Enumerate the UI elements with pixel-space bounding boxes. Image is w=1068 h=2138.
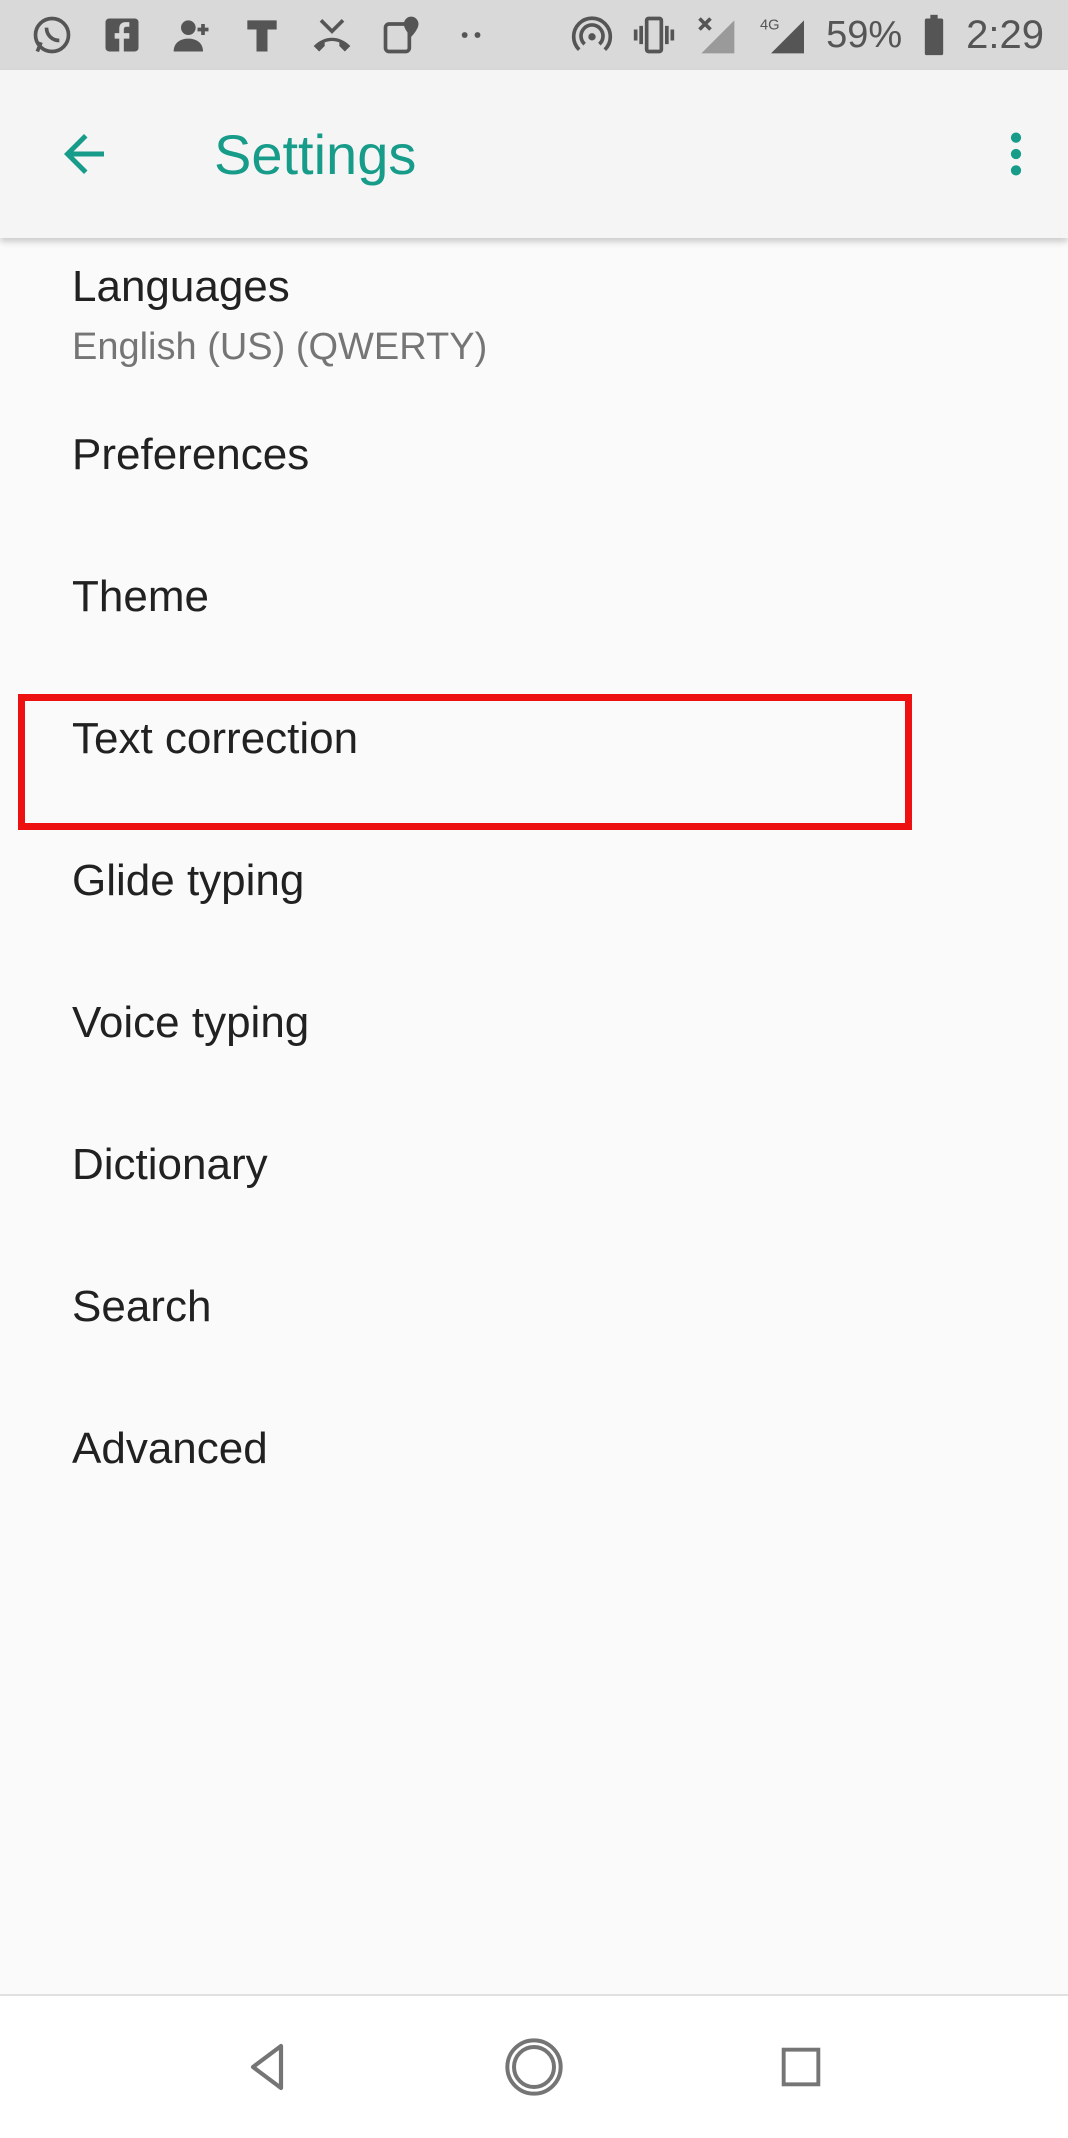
t-app-icon [240,13,284,57]
settings-item-label: Theme [72,572,209,621]
settings-item-label: Glide typing [72,856,305,905]
arrow-back-icon [64,134,104,174]
hotspot-icon [570,13,614,57]
settings-item-label: Search [72,1282,212,1331]
vibrate-icon [632,13,676,57]
settings-item-label: Voice typing [72,998,310,1047]
whatsapp-icon [30,13,74,57]
status-bar: 4G 59% 2:29 [0,0,1068,70]
nav-recents-button[interactable] [766,2032,836,2102]
settings-item-label: Dictionary [72,1140,268,1189]
facebook-icon [100,13,144,57]
add-contact-icon [170,13,214,57]
navigation-bar [0,1994,1068,2138]
square-recents-icon [781,2047,821,2087]
maps-icon [380,13,424,57]
nav-back-button[interactable] [232,2032,302,2102]
settings-item-dictionary[interactable]: Dictionary [0,1098,1068,1240]
settings-item-label: Languages [72,262,290,311]
settings-item-glide-typing[interactable]: Glide typing [0,814,1068,956]
page-title: Settings [214,123,417,186]
network-type-label: 4G [760,18,780,34]
missed-call-icon [310,13,354,57]
settings-item-sublabel: English (US) (QWERTY) [72,326,488,368]
triangle-back-icon [250,2043,284,2091]
circle-home-icon [505,2038,563,2096]
more-dots-icon [450,13,494,57]
battery-percent: 59% [826,13,903,56]
clock: 2:29 [966,12,1044,57]
settings-item-theme[interactable]: Theme [0,530,1068,672]
app-bar: Settings [0,70,1068,238]
signal-icon: 4G [756,13,808,57]
settings-item-preferences[interactable]: Preferences [0,388,1068,530]
settings-item-label: Advanced [72,1424,268,1473]
settings-item-advanced[interactable]: Advanced [0,1382,1068,1524]
more-options-button[interactable] [988,118,1044,190]
back-button[interactable] [48,118,120,190]
nav-home-button[interactable] [499,2032,569,2102]
settings-item-voice-typing[interactable]: Voice typing [0,956,1068,1098]
battery-icon [920,13,948,57]
system-icons: 4G 59% 2:29 [570,10,1044,60]
highlight-box [18,694,912,830]
settings-item-search[interactable]: Search [0,1240,1068,1382]
no-signal-icon [694,13,738,57]
notification-icons [30,10,494,60]
more-vert-icon [1010,132,1022,176]
settings-item-languages[interactable]: Languages English (US) (QWERTY) [0,238,1068,388]
settings-item-label: Preferences [72,430,310,479]
